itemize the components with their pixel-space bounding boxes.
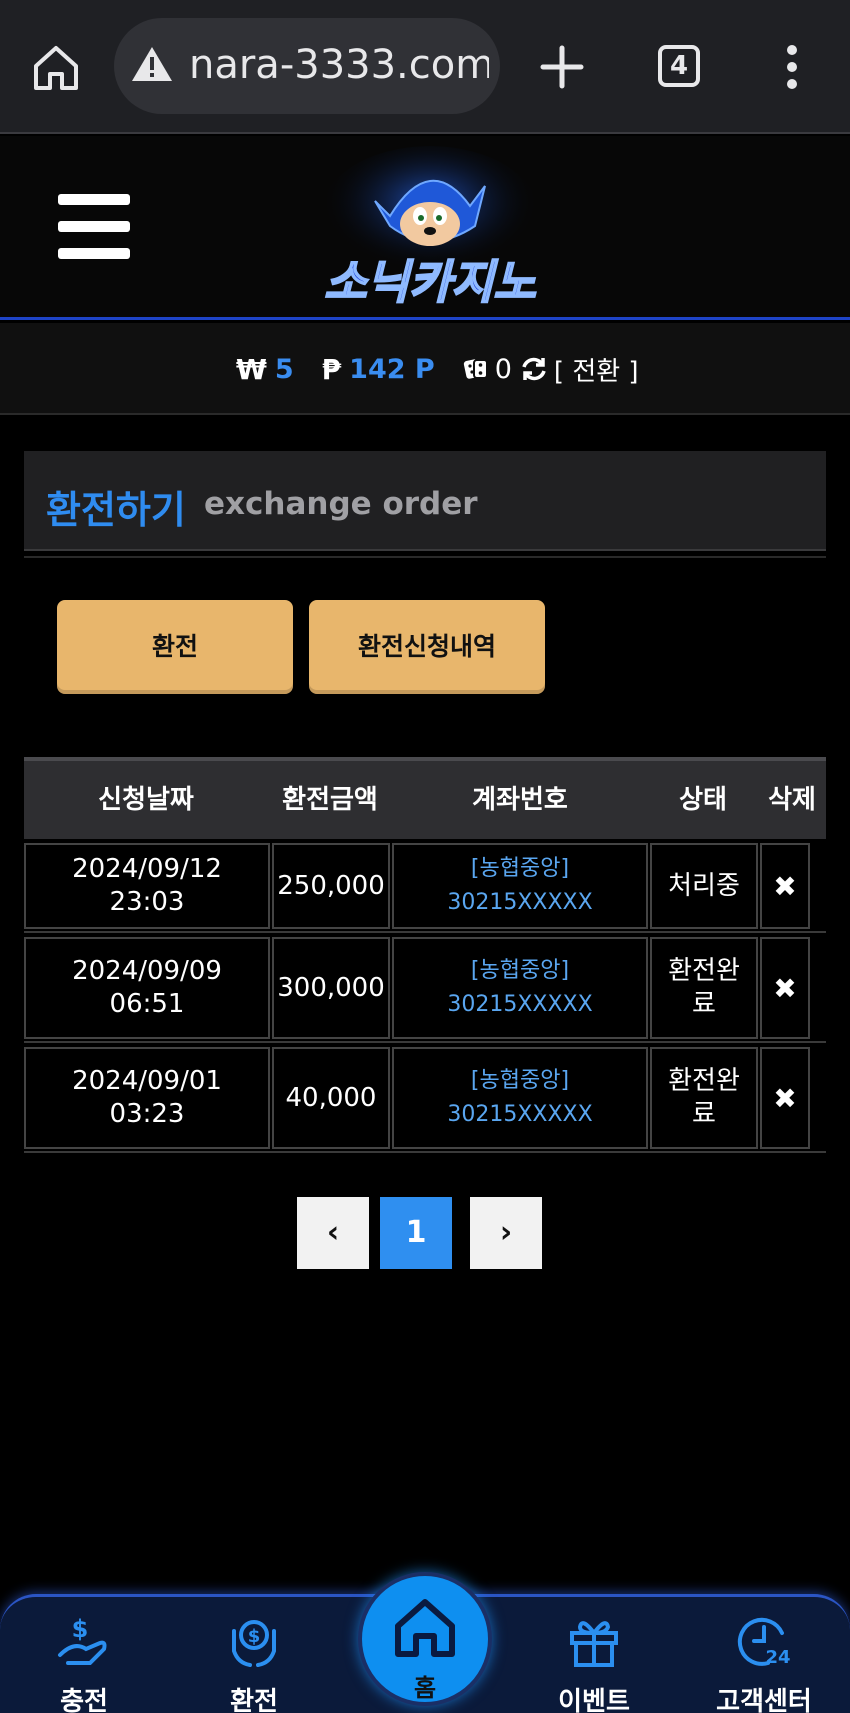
date-cell: 2024/09/01 03:23 <box>24 1047 270 1149</box>
delete-icon[interactable]: ✖ <box>773 1082 796 1115</box>
next-page-button[interactable]: › <box>470 1197 542 1269</box>
home-icon[interactable] <box>30 42 82 94</box>
delete-cell: ✖ <box>760 843 810 929</box>
exchange-table: 신청날짜 환전금액 계좌번호 상태 삭제 2024/09/12 23:03 25… <box>24 757 826 1153</box>
deposit-icon: $ <box>58 1615 107 1665</box>
url-text: nara-3333.com <box>189 42 489 88</box>
point-balance: 142 P <box>349 353 435 385</box>
delete-icon[interactable]: ✖ <box>773 870 796 903</box>
home-icon <box>395 1599 455 1657</box>
date-cell: 2024/09/09 06:51 <box>24 937 270 1039</box>
tab-switcher-button[interactable]: 4 <box>658 45 700 87</box>
page-1-button[interactable]: 1 <box>380 1197 452 1269</box>
table-row: 2024/09/01 03:23 40,000 [농협중앙] 30215XXXX… <box>24 1043 826 1153</box>
nav-support-label: 고객센터 <box>716 1687 812 1713</box>
status-cell: 환전완료 <box>650 937 758 1039</box>
amount-cell: 40,000 <box>272 1047 390 1149</box>
nav-exchange[interactable]: $ 환전 <box>194 1611 314 1713</box>
page-subtitle: exchange order <box>204 486 478 522</box>
request-date: 2024/09/12 <box>72 854 222 884</box>
amount-cell: 300,000 <box>272 937 390 1039</box>
won-symbol: ₩ <box>236 352 267 386</box>
delete-cell: ✖ <box>760 1047 810 1149</box>
request-time: 23:03 <box>109 887 185 917</box>
status-cell: 처리중 <box>650 843 758 929</box>
menu-icon[interactable] <box>58 194 130 259</box>
dice-icon <box>463 359 488 379</box>
header-account: 계좌번호 <box>472 785 568 815</box>
point-symbol: ₱ <box>321 352 342 386</box>
support-24h-icon: 24 <box>737 1617 791 1668</box>
request-date: 2024/09/09 <box>72 956 222 986</box>
site-header: 소닉카지노 <box>0 136 850 320</box>
prev-page-button[interactable]: ‹ <box>297 1197 369 1269</box>
svg-text:24: 24 <box>765 1647 790 1668</box>
nav-exchange-label: 환전 <box>230 1687 278 1713</box>
site-logo[interactable]: 소닉카지노 <box>280 146 580 316</box>
header-date: 신청날짜 <box>98 785 194 815</box>
exchange-button[interactable]: 환전 <box>57 600 293 694</box>
nav-home-button[interactable]: 홈 <box>358 1572 492 1706</box>
account-cell: [농협중앙] 30215XXXXX <box>392 1047 648 1149</box>
header-amount: 환전금액 <box>282 785 378 815</box>
exchange-icon: $ <box>232 1620 276 1667</box>
svg-text:$: $ <box>248 1626 261 1647</box>
divider <box>24 556 826 558</box>
account-number: 30215XXXXX <box>447 992 593 1017</box>
gift-icon <box>570 1621 618 1667</box>
nav-event-label: 이벤트 <box>558 1687 630 1713</box>
page-title: 환전하기 <box>46 488 186 532</box>
request-time: 03:23 <box>109 1099 185 1129</box>
warning-icon[interactable] <box>130 44 174 84</box>
address-bar[interactable]: nara-3333.com <box>114 18 500 114</box>
table-row: 2024/09/09 06:51 300,000 [농협중앙] 30215XXX… <box>24 933 826 1043</box>
account-number: 30215XXXXX <box>447 1102 593 1127</box>
bank-name: [농협중앙] <box>470 958 570 983</box>
browser-toolbar: nara-3333.com 4 <box>0 0 850 134</box>
delete-icon[interactable]: ✖ <box>773 972 796 1005</box>
svg-text:$: $ <box>72 1615 89 1643</box>
exchange-history-button[interactable]: 환전신청내역 <box>309 600 545 694</box>
refresh-icon[interactable] <box>520 355 548 383</box>
page-title-panel: 환전하기 exchange order <box>24 451 826 551</box>
nav-deposit[interactable]: $ 충전 <box>24 1611 144 1713</box>
nav-support[interactable]: 24 고객센터 <box>704 1611 824 1713</box>
account-cell: [농협중앙] 30215XXXXX <box>392 843 648 929</box>
balance-bar: ₩ 5 ₱ 142 P 0 [ 전환 ] <box>0 323 850 415</box>
table-row: 2024/09/12 23:03 250,000 [농협중앙] 30215XXX… <box>24 839 826 933</box>
status-cell: 환전완료 <box>650 1047 758 1149</box>
switch-link[interactable]: [ 전환 ] <box>554 351 639 388</box>
bank-name: [농협중앙] <box>470 856 570 881</box>
header-delete: 삭제 <box>768 785 816 815</box>
nav-home-label: 홈 <box>413 1674 437 1702</box>
date-cell: 2024/09/12 23:03 <box>24 843 270 929</box>
dice-balance: 0 <box>494 353 512 385</box>
header-status: 상태 <box>679 785 727 815</box>
table-header: 신청날짜 환전금액 계좌번호 상태 삭제 <box>24 757 826 839</box>
request-date: 2024/09/01 <box>72 1066 222 1096</box>
request-time: 06:51 <box>109 989 185 1019</box>
won-balance: 5 <box>274 353 294 385</box>
delete-cell: ✖ <box>760 937 810 1039</box>
bank-name: [농협중앙] <box>470 1068 570 1093</box>
amount-cell: 250,000 <box>272 843 390 929</box>
nav-event[interactable]: 이벤트 <box>534 1611 654 1713</box>
nav-deposit-label: 충전 <box>60 1687 108 1713</box>
new-tab-icon[interactable] <box>538 38 586 96</box>
more-menu-icon[interactable] <box>780 42 804 92</box>
account-cell: [농협중앙] 30215XXXXX <box>392 937 648 1039</box>
account-number: 30215XXXXX <box>447 890 593 915</box>
logo-text: 소닉카지노 <box>324 255 536 309</box>
